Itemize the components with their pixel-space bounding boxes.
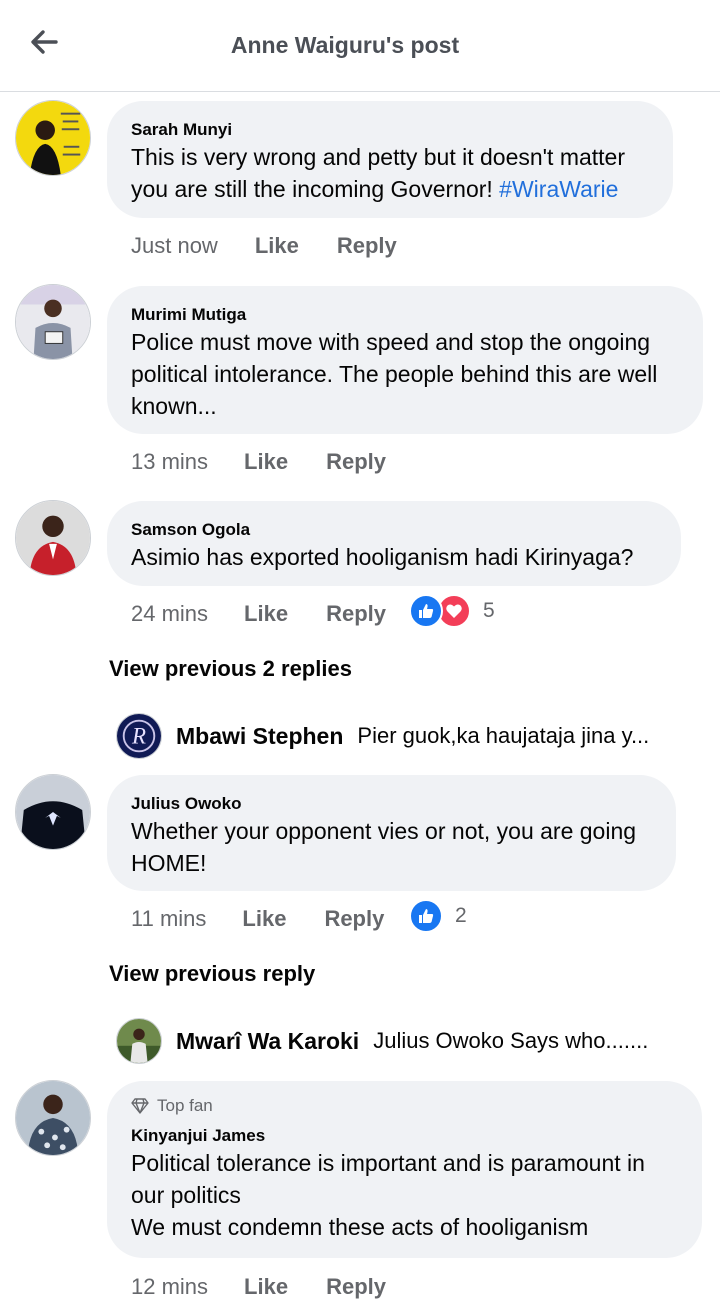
reply-button[interactable]: Reply: [326, 601, 386, 627]
page-title: Anne Waiguru's post: [230, 32, 460, 58]
comment-bubble: Top fan Kinyanjui James Political tolera…: [107, 1081, 702, 1258]
latest-reply[interactable]: R Mbawi Stephen Pier guok,ka haujataja j…: [116, 712, 649, 760]
comment-text-line: We must condemn these acts of hooliganis…: [131, 1214, 589, 1240]
comment-actions: Just now Like Reply: [131, 230, 397, 262]
reply-button[interactable]: Reply: [324, 906, 384, 932]
latest-reply[interactable]: Mwarî Wa Karoki Julius Owoko Says who...…: [116, 1017, 648, 1065]
diamond-icon: [131, 1098, 149, 1114]
comment-time: Just now: [131, 233, 218, 258]
like-button[interactable]: Like: [244, 449, 288, 475]
reaction-count: 2: [455, 904, 467, 927]
comment-author[interactable]: Samson Ogola: [131, 519, 657, 541]
comment-author[interactable]: Kinyanjui James: [131, 1125, 678, 1147]
reactions-summary[interactable]: 5: [409, 594, 495, 628]
avatar[interactable]: [15, 774, 91, 850]
like-reaction-icon: [409, 899, 443, 933]
comment-text-line: Political tolerance is important and is …: [131, 1150, 645, 1208]
top-bar: Anne Waiguru's post: [0, 0, 720, 92]
avatar[interactable]: [116, 1018, 162, 1064]
like-button[interactable]: Like: [244, 1274, 288, 1300]
comment-time: 11 mins: [131, 906, 207, 931]
avatar[interactable]: [15, 1080, 91, 1156]
avatar[interactable]: [15, 500, 91, 576]
comment-text: Asimio has exported hooliganism hadi Kir…: [131, 544, 634, 570]
comment-text: Whether your opponent vies or not, you a…: [131, 818, 637, 876]
comment-author[interactable]: Murimi Mutiga: [131, 304, 679, 326]
like-button[interactable]: Like: [255, 233, 299, 259]
reply-text: Pier guok,ka haujataja jina y...: [357, 723, 650, 748]
comment-actions: 24 mins Like Reply: [131, 598, 386, 630]
reactions-summary[interactable]: 2: [409, 899, 467, 933]
svg-text:R: R: [131, 724, 146, 749]
view-previous-replies-link[interactable]: View previous 2 replies: [109, 656, 352, 682]
comment-text: Police must move with speed and stop the…: [131, 329, 658, 419]
top-fan-label: Top fan: [157, 1096, 213, 1115]
comment-author[interactable]: Julius Owoko: [131, 793, 652, 815]
reply-button[interactable]: Reply: [326, 449, 386, 475]
top-fan-badge: Top fan: [131, 1095, 678, 1117]
comment-actions: 11 mins Like Reply: [131, 903, 384, 935]
hashtag-link[interactable]: #WiraWarie: [499, 176, 618, 202]
comment-text: This is very wrong and petty but it does…: [131, 141, 649, 205]
reply-author[interactable]: Mwarî Wa Karoki: [176, 1028, 359, 1055]
comment-bubble: Samson Ogola Asimio has exported hooliga…: [107, 501, 681, 586]
view-previous-replies-link[interactable]: View previous reply: [109, 961, 315, 987]
comment-bubble: Murimi Mutiga Police must move with spee…: [107, 286, 703, 434]
like-reaction-icon: [409, 594, 443, 628]
reply-text: Julius Owoko Says who.......: [373, 1028, 649, 1053]
reply-button[interactable]: Reply: [337, 233, 397, 259]
reaction-count: 5: [483, 599, 495, 622]
avatar[interactable]: [15, 100, 91, 176]
comment-bubble: Julius Owoko Whether your opponent vies …: [107, 775, 676, 891]
avatar[interactable]: [15, 284, 91, 360]
reply-button[interactable]: Reply: [326, 1274, 386, 1300]
comment-actions: 13 mins Like Reply: [131, 446, 386, 478]
comment-bubble: Sarah Munyi This is very wrong and petty…: [107, 101, 673, 218]
avatar[interactable]: R: [116, 713, 162, 759]
comment-actions: 12 mins Like Reply: [131, 1271, 386, 1303]
comment-author[interactable]: Sarah Munyi: [131, 119, 649, 141]
comment-time: 13 mins: [131, 449, 209, 474]
like-button[interactable]: Like: [242, 906, 286, 932]
comment-time: 24 mins: [131, 601, 209, 626]
like-button[interactable]: Like: [244, 601, 288, 627]
comment-time: 12 mins: [131, 1274, 209, 1299]
reply-author[interactable]: Mbawi Stephen: [176, 723, 343, 750]
